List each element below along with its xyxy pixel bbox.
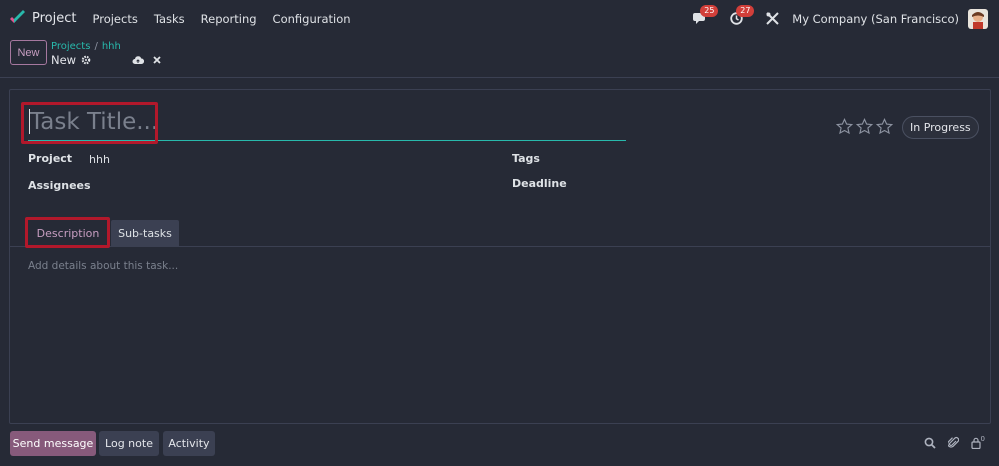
priority-stars[interactable] bbox=[836, 118, 893, 135]
control-panel: New Projects / hhh New bbox=[0, 37, 999, 78]
new-button[interactable]: New bbox=[10, 40, 47, 65]
messaging-menu[interactable]: 25 bbox=[690, 4, 719, 29]
menu-tasks[interactable]: Tasks bbox=[146, 12, 193, 26]
deadline-label: Deadline bbox=[512, 177, 567, 190]
top-navbar: Project Projects Tasks Reporting Configu… bbox=[0, 0, 999, 37]
record-line: New bbox=[51, 53, 161, 67]
task-title-field bbox=[28, 104, 626, 141]
tab-description[interactable]: Description bbox=[29, 220, 107, 247]
menu-reporting[interactable]: Reporting bbox=[193, 12, 265, 26]
breadcrumb-separator: / bbox=[94, 41, 98, 52]
status-badge[interactable]: In Progress bbox=[902, 116, 979, 139]
activity-menu[interactable]: 27 bbox=[726, 4, 755, 29]
chatter-bar: Send message Log note Activity 0 bbox=[0, 428, 999, 458]
breadcrumb-projects[interactable]: Projects bbox=[51, 41, 90, 52]
app-name: Project bbox=[32, 11, 77, 26]
project-value[interactable]: hhh bbox=[89, 153, 110, 166]
tags-label: Tags bbox=[512, 152, 540, 165]
activity-button[interactable]: Activity bbox=[163, 431, 215, 456]
debug-menu[interactable] bbox=[762, 9, 782, 29]
menu-configuration[interactable]: Configuration bbox=[265, 12, 359, 26]
star-icon[interactable] bbox=[836, 118, 853, 135]
followers-button[interactable]: 0 bbox=[970, 434, 985, 449]
notebook-tabs: Description Sub-tasks bbox=[10, 216, 990, 247]
menu-projects[interactable]: Projects bbox=[84, 12, 145, 26]
breadcrumb: Projects / hhh bbox=[51, 41, 121, 52]
log-note-button[interactable]: Log note bbox=[99, 431, 159, 456]
text-caret bbox=[29, 109, 30, 134]
cloud-upload-icon[interactable] bbox=[132, 55, 145, 65]
form-sheet: In Progress Project hhh Assignees Tags D… bbox=[9, 89, 991, 424]
breadcrumb-hhh[interactable]: hhh bbox=[102, 41, 121, 52]
star-icon[interactable] bbox=[856, 118, 873, 135]
search-icon[interactable] bbox=[924, 437, 936, 449]
tools-icon bbox=[766, 12, 779, 25]
paperclip-icon[interactable] bbox=[947, 436, 959, 449]
assignees-label: Assignees bbox=[28, 179, 91, 192]
messages-badge: 25 bbox=[700, 4, 719, 17]
tab-sub-tasks[interactable]: Sub-tasks bbox=[111, 220, 179, 247]
description-editor[interactable]: Add details about this task... bbox=[28, 260, 178, 272]
systray: 25 27 My Company (San Francisco) bbox=[690, 0, 999, 37]
company-switcher[interactable]: My Company (San Francisco) bbox=[792, 12, 959, 26]
gear-icon[interactable] bbox=[81, 55, 91, 65]
discard-icon[interactable] bbox=[153, 56, 161, 64]
star-icon[interactable] bbox=[876, 118, 893, 135]
lock-icon bbox=[970, 437, 981, 449]
project-app-icon bbox=[10, 10, 25, 23]
main-menu: Projects Tasks Reporting Configuration bbox=[84, 12, 358, 26]
activities-badge: 27 bbox=[736, 4, 755, 17]
followers-count: 0 bbox=[980, 434, 985, 443]
user-avatar[interactable] bbox=[968, 8, 988, 29]
chatter-tools: 0 bbox=[924, 434, 985, 449]
send-message-button[interactable]: Send message bbox=[10, 431, 96, 456]
project-label: Project bbox=[28, 152, 73, 165]
record-name: New bbox=[51, 53, 77, 67]
app-brand[interactable]: Project bbox=[9, 10, 76, 27]
task-title-input[interactable] bbox=[28, 104, 626, 140]
